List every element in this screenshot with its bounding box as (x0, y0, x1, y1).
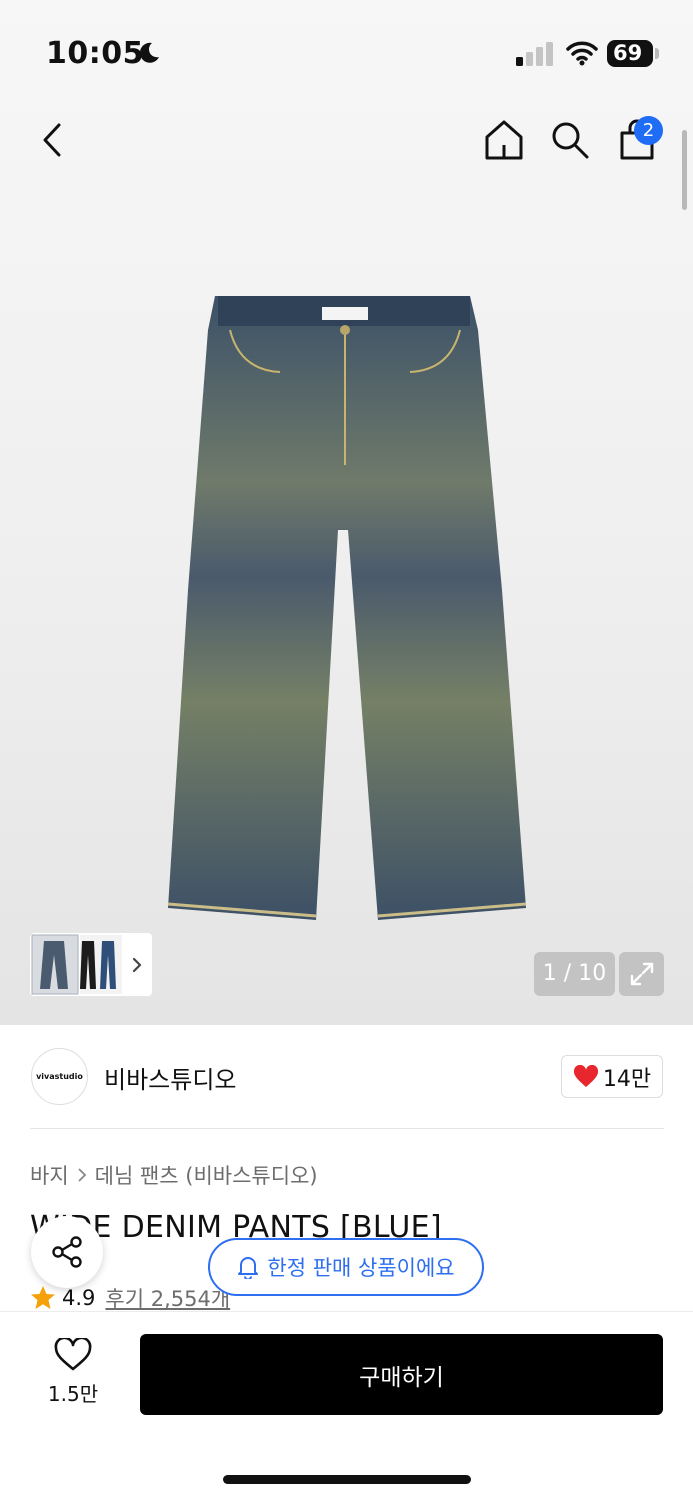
review-count-link[interactable]: 후기 2,554개 (105, 1283, 230, 1313)
share-button[interactable] (31, 1216, 103, 1288)
chevron-left-icon (43, 123, 61, 157)
heart-filled-icon (573, 1064, 598, 1087)
cart-count-badge: 2 (634, 116, 663, 145)
status-time: 10:05 (46, 36, 144, 71)
rating-row: 4.9 후기 2,554개 (30, 1283, 230, 1313)
brand-logo-text: vivastudio (36, 1072, 83, 1081)
battery-indicator: 69 (607, 40, 653, 67)
search-icon (552, 122, 589, 159)
home-button[interactable] (482, 118, 526, 162)
wishlist-button[interactable]: 1.5만 (40, 1338, 106, 1407)
rating-value: 4.9 (62, 1286, 96, 1310)
brand-like-count: 14만 (602, 1066, 652, 1092)
heart-outline-icon (54, 1338, 92, 1371)
expand-icon (630, 962, 653, 986)
home-indicator[interactable] (223, 1475, 471, 1484)
star-icon (31, 1286, 55, 1309)
battery-tip (655, 48, 659, 59)
thumbnail-images (31, 934, 142, 995)
search-button[interactable] (548, 118, 592, 162)
bell-icon (238, 1257, 259, 1279)
breadcrumb-category[interactable]: 바지 (30, 1160, 69, 1190)
section-divider (30, 1128, 664, 1129)
moon-icon (139, 42, 159, 63)
product-image-jeans (167, 296, 527, 920)
limited-sale-toast[interactable]: 한정 판매 상품이에요 (208, 1238, 484, 1296)
buy-button[interactable]: 구매하기 (140, 1334, 663, 1415)
brand-name[interactable]: 비바스튜디오 (104, 1060, 236, 1095)
home-icon (485, 120, 523, 160)
wishlist-count: 1.5만 (47, 1382, 99, 1406)
chevron-right-icon (78, 1168, 86, 1182)
back-button[interactable] (30, 118, 74, 162)
image-counter: 1 / 10 (534, 952, 615, 996)
brand-logo[interactable]: vivastudio (31, 1048, 88, 1105)
cellular-signal-icon (516, 42, 553, 66)
breadcrumb: 바지 데님 팬츠 (비바스튜디오) (30, 1160, 318, 1190)
fullscreen-button[interactable] (619, 952, 664, 996)
color-thumbnail-strip[interactable] (30, 933, 152, 996)
share-icon (52, 1236, 82, 1268)
scrollbar[interactable] (682, 130, 687, 210)
breadcrumb-subcategory[interactable]: 데님 팬츠 (비바스튜디오) (95, 1160, 318, 1190)
brand-like-button[interactable]: 14만 (561, 1055, 663, 1098)
limited-sale-text: 한정 판매 상품이에요 (267, 1256, 455, 1280)
wifi-icon (566, 41, 598, 66)
